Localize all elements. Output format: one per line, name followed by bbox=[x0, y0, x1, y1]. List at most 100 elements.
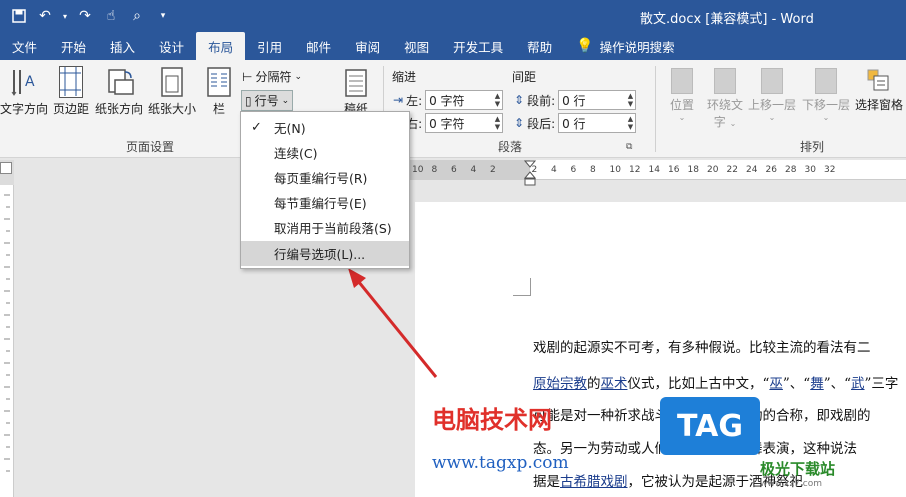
ruler-tick-label: 30 bbox=[804, 165, 816, 175]
breaks-button[interactable]: ⊢ 分隔符 ⌄ bbox=[242, 68, 302, 85]
menu-item-continuous[interactable]: 连续(C) bbox=[241, 140, 409, 165]
indent-left-input[interactable]: 0 字符 ▲ ▼ bbox=[425, 90, 504, 110]
doc-text: ”、“ bbox=[823, 376, 852, 392]
ruler-tick-label: 4 bbox=[470, 165, 477, 175]
spinner-arrows-icon[interactable]: ▲ ▼ bbox=[495, 92, 502, 108]
ruler-tick-label: 18 bbox=[687, 165, 699, 175]
redo-icon[interactable]: ↷ bbox=[74, 5, 96, 27]
doc-line-2[interactable]: 原始宗教的巫术仪式，比如上古中文，“巫”、“舞”、“武”三字 bbox=[533, 372, 898, 392]
group-divider bbox=[655, 66, 656, 152]
indent-right-input[interactable]: 0 字符 ▲ ▼ bbox=[425, 113, 504, 133]
tab-design[interactable]: 设计 bbox=[147, 32, 196, 60]
columns-button[interactable]: 栏 bbox=[205, 66, 233, 117]
position-label: 位置 bbox=[669, 98, 694, 112]
wrap-text-button[interactable]: 环绕文 字 ⌄ bbox=[703, 68, 747, 130]
ruler-margin-area bbox=[405, 160, 530, 180]
doc-link[interactable]: 原始宗教 bbox=[533, 376, 587, 392]
spacing-after-icon: ⇕ bbox=[514, 116, 525, 130]
tell-me-label: 操作说明搜索 bbox=[599, 39, 675, 55]
bring-forward-icon bbox=[761, 68, 783, 94]
dialog-launcher-icon[interactable]: ⧉ bbox=[626, 142, 632, 152]
doc-link[interactable]: 武 bbox=[851, 376, 865, 392]
doc-line-1[interactable]: 戏剧的起源实不可考，有多种假说。比较主流的看法有二 bbox=[533, 336, 871, 356]
spacing-after-input[interactable]: 0 行 ▲ ▼ bbox=[558, 113, 637, 133]
tab-layout[interactable]: 布局 bbox=[196, 32, 246, 60]
print-preview-icon[interactable]: ⌕ bbox=[126, 5, 148, 27]
send-backward-button[interactable]: 下移一层 ⌄ bbox=[800, 68, 852, 122]
tab-home[interactable]: 开始 bbox=[49, 32, 98, 60]
ruler-tick-label: 22 bbox=[726, 165, 738, 175]
menu-item-restart-each-section[interactable]: 每节重编行号(E) bbox=[241, 190, 409, 215]
selection-pane-label: 选择窗格 bbox=[854, 98, 903, 112]
watermark-tag-logo: TAG bbox=[660, 397, 760, 455]
tab-selector-icon[interactable] bbox=[0, 162, 12, 174]
margins-label: 页边距 bbox=[52, 102, 89, 116]
doc-link[interactable]: 舞 bbox=[810, 376, 824, 392]
spacing-before-input[interactable]: 0 行 ▲ ▼ bbox=[558, 90, 637, 110]
size-button[interactable]: 纸张大小 bbox=[146, 66, 198, 117]
margins-button[interactable]: 页边距 bbox=[52, 66, 90, 117]
tab-mailings[interactable]: 邮件 bbox=[294, 32, 343, 60]
spinner-arrows-icon[interactable]: ▲ ▼ bbox=[628, 115, 635, 131]
doc-link[interactable]: 巫术 bbox=[601, 376, 628, 392]
page-setup-group-label: 页面设置 bbox=[126, 140, 175, 154]
spinner-arrows-icon[interactable]: ▲ ▼ bbox=[628, 92, 635, 108]
spacing-after-value: 0 行 bbox=[562, 116, 586, 131]
tab-help[interactable]: 帮助 bbox=[515, 32, 564, 60]
menu-item-restart-each-page[interactable]: 每页重编行号(R) bbox=[241, 165, 409, 190]
undo-dropdown-icon[interactable]: ▾ bbox=[60, 5, 70, 27]
tab-developer[interactable]: 开发工具 bbox=[441, 32, 515, 60]
ruler-tick-label: 28 bbox=[785, 165, 797, 175]
line-numbers-label: 行号 bbox=[254, 94, 279, 108]
chevron-down-icon: ⌄ bbox=[294, 71, 303, 82]
breaks-label: 分隔符 bbox=[255, 70, 292, 84]
manuscript-button[interactable]: 稿纸 bbox=[338, 68, 374, 117]
indent-left-row: ⇥ 左: 0 字符 ▲ ▼ bbox=[393, 90, 504, 110]
menu-item-none[interactable]: ✓ 无(N) bbox=[241, 115, 409, 140]
indent-heading: 缩进 bbox=[392, 68, 416, 85]
ruler-tick-label: 26 bbox=[765, 165, 777, 175]
ruler-tick-label: 24 bbox=[746, 165, 758, 175]
spinner-arrows-icon[interactable]: ▲ ▼ bbox=[495, 115, 502, 131]
chevron-down-icon: ⌄ bbox=[729, 119, 737, 128]
indent-marker-icon[interactable] bbox=[523, 160, 537, 189]
tell-me-search[interactable]: 💡 操作说明搜索 bbox=[564, 32, 686, 60]
selection-pane-icon bbox=[866, 68, 892, 94]
spacing-heading: 间距 bbox=[512, 68, 536, 85]
ruler-tick-label: 10 bbox=[412, 165, 424, 175]
indent-left-label: 左: bbox=[406, 93, 423, 108]
menu-item-suppress-current-paragraph[interactable]: 取消用于当前段落(S) bbox=[241, 215, 409, 240]
line-numbers-menu: ✓ 无(N) 连续(C) 每页重编行号(R) 每节重编行号(E) 取消用于当前段… bbox=[240, 111, 410, 269]
tab-insert[interactable]: 插入 bbox=[98, 32, 147, 60]
orientation-button[interactable]: 纸张方向 bbox=[94, 66, 144, 117]
save-icon[interactable] bbox=[8, 5, 30, 27]
annotation-arrow-icon bbox=[348, 268, 438, 378]
watermark-site-name: 电脑技术网 bbox=[432, 406, 552, 434]
touch-mode-icon[interactable]: ☝ bbox=[100, 5, 122, 27]
ruler-tick-label: 4 bbox=[551, 165, 557, 175]
doc-text: ”三字 bbox=[864, 376, 899, 392]
doc-link[interactable]: 古希腊戏剧 bbox=[560, 474, 628, 490]
orientation-label: 纸张方向 bbox=[94, 102, 143, 116]
customize-qat-icon[interactable]: ▾ bbox=[152, 5, 174, 27]
undo-icon[interactable]: ↶ bbox=[34, 5, 56, 27]
tab-review[interactable]: 审阅 bbox=[343, 32, 392, 60]
send-backward-label: 下移一层 bbox=[801, 98, 850, 112]
tab-references[interactable]: 引用 bbox=[245, 32, 294, 60]
tab-view[interactable]: 视图 bbox=[392, 32, 441, 60]
selection-pane-button[interactable]: 选择窗格 bbox=[853, 68, 905, 113]
spacing-after-label: 段后: bbox=[527, 116, 556, 131]
line-numbers-icon: ▯ bbox=[245, 93, 252, 108]
spacing-label: 间距 bbox=[512, 70, 537, 84]
ruler-tick-label: 12 bbox=[629, 165, 641, 175]
arrange-group-label: 排列 bbox=[800, 140, 825, 154]
doc-link[interactable]: 巫 bbox=[769, 376, 783, 392]
menu-item-line-numbering-options[interactable]: 行编号选项(L)... bbox=[241, 241, 409, 266]
tab-file[interactable]: 文件 bbox=[0, 32, 49, 60]
text-direction-button[interactable]: A 文字方向 bbox=[0, 66, 48, 117]
position-button[interactable]: 位置 ⌄ bbox=[664, 68, 700, 122]
line-numbers-button[interactable]: ▯ 行号 ⌄ bbox=[241, 90, 294, 111]
bring-forward-button[interactable]: 上移一层 ⌄ bbox=[746, 68, 798, 122]
ribbon-tabs: 文件 开始 插入 设计 布局 引用 邮件 审阅 视图 开发工具 帮助 💡 操作说… bbox=[0, 32, 906, 60]
doc-text: 据是 bbox=[533, 474, 560, 490]
